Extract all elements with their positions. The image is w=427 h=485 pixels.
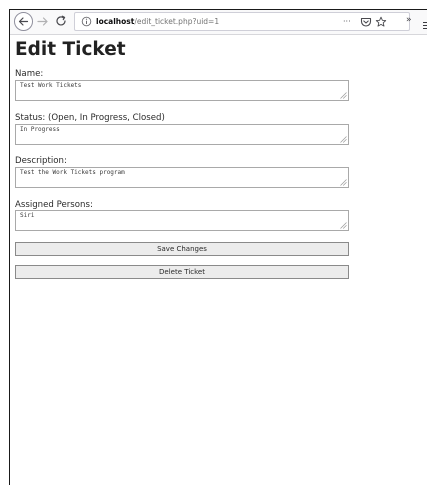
- resize-grip-icon[interactable]: [340, 222, 347, 229]
- page-title: Edit Ticket: [15, 39, 126, 60]
- status-field[interactable]: In Progress: [15, 124, 349, 145]
- status-label: Status: (Open, In Progress, Closed): [15, 113, 165, 123]
- resize-grip-icon[interactable]: [340, 179, 347, 186]
- assigned-persons-label: Assigned Persons:: [15, 200, 93, 210]
- reload-icon: [56, 15, 66, 26]
- assigned-persons-field[interactable]: Siri: [15, 210, 349, 231]
- toolbar-overflow-icon[interactable]: »: [406, 15, 412, 25]
- name-field[interactable]: Test Work Tickets: [15, 80, 349, 101]
- description-field-value: Test the Work Tickets program: [20, 169, 125, 176]
- delete-ticket-button[interactable]: Delete Ticket: [15, 265, 349, 279]
- url-text[interactable]: localhost/edit_ticket.php?uid=1: [96, 16, 219, 27]
- address-bar[interactable]: localhost/edit_ticket.php?uid=1 ···: [74, 12, 410, 31]
- pocket-icon-shape: [360, 17, 372, 27]
- menu-lines-icon: [423, 22, 427, 29]
- browser-window: localhost/edit_ticket.php?uid=1 ··· » Ed…: [9, 9, 427, 485]
- assigned-persons-field-value: Siri: [20, 212, 35, 219]
- reload-button[interactable]: [54, 14, 68, 28]
- browser-toolbar: localhost/edit_ticket.php?uid=1 ··· »: [10, 10, 427, 35]
- name-field-value: Test Work Tickets: [20, 82, 82, 89]
- description-field[interactable]: Test the Work Tickets program: [15, 167, 349, 188]
- resize-grip-icon[interactable]: [340, 136, 347, 143]
- url-host: localhost: [96, 17, 135, 26]
- save-changes-button[interactable]: Save Changes: [15, 242, 349, 256]
- status-field-value: In Progress: [20, 126, 60, 133]
- forward-button[interactable]: [35, 13, 51, 30]
- pocket-icon[interactable]: [360, 16, 372, 28]
- hamburger-menu-icon[interactable]: [423, 16, 427, 29]
- description-label: Description:: [15, 156, 67, 166]
- back-button[interactable]: [14, 12, 33, 31]
- star-icon: [375, 16, 387, 27]
- name-label: Name:: [15, 69, 44, 79]
- arrow-left-icon: [18, 17, 29, 26]
- arrow-right-icon: [37, 17, 48, 26]
- info-icon[interactable]: [81, 16, 92, 27]
- resize-grip-icon[interactable]: [340, 92, 347, 99]
- bookmark-star-icon[interactable]: [375, 16, 387, 28]
- url-path: /edit_ticket.php?uid=1: [134, 17, 220, 26]
- page-actions-icon[interactable]: ···: [343, 16, 351, 27]
